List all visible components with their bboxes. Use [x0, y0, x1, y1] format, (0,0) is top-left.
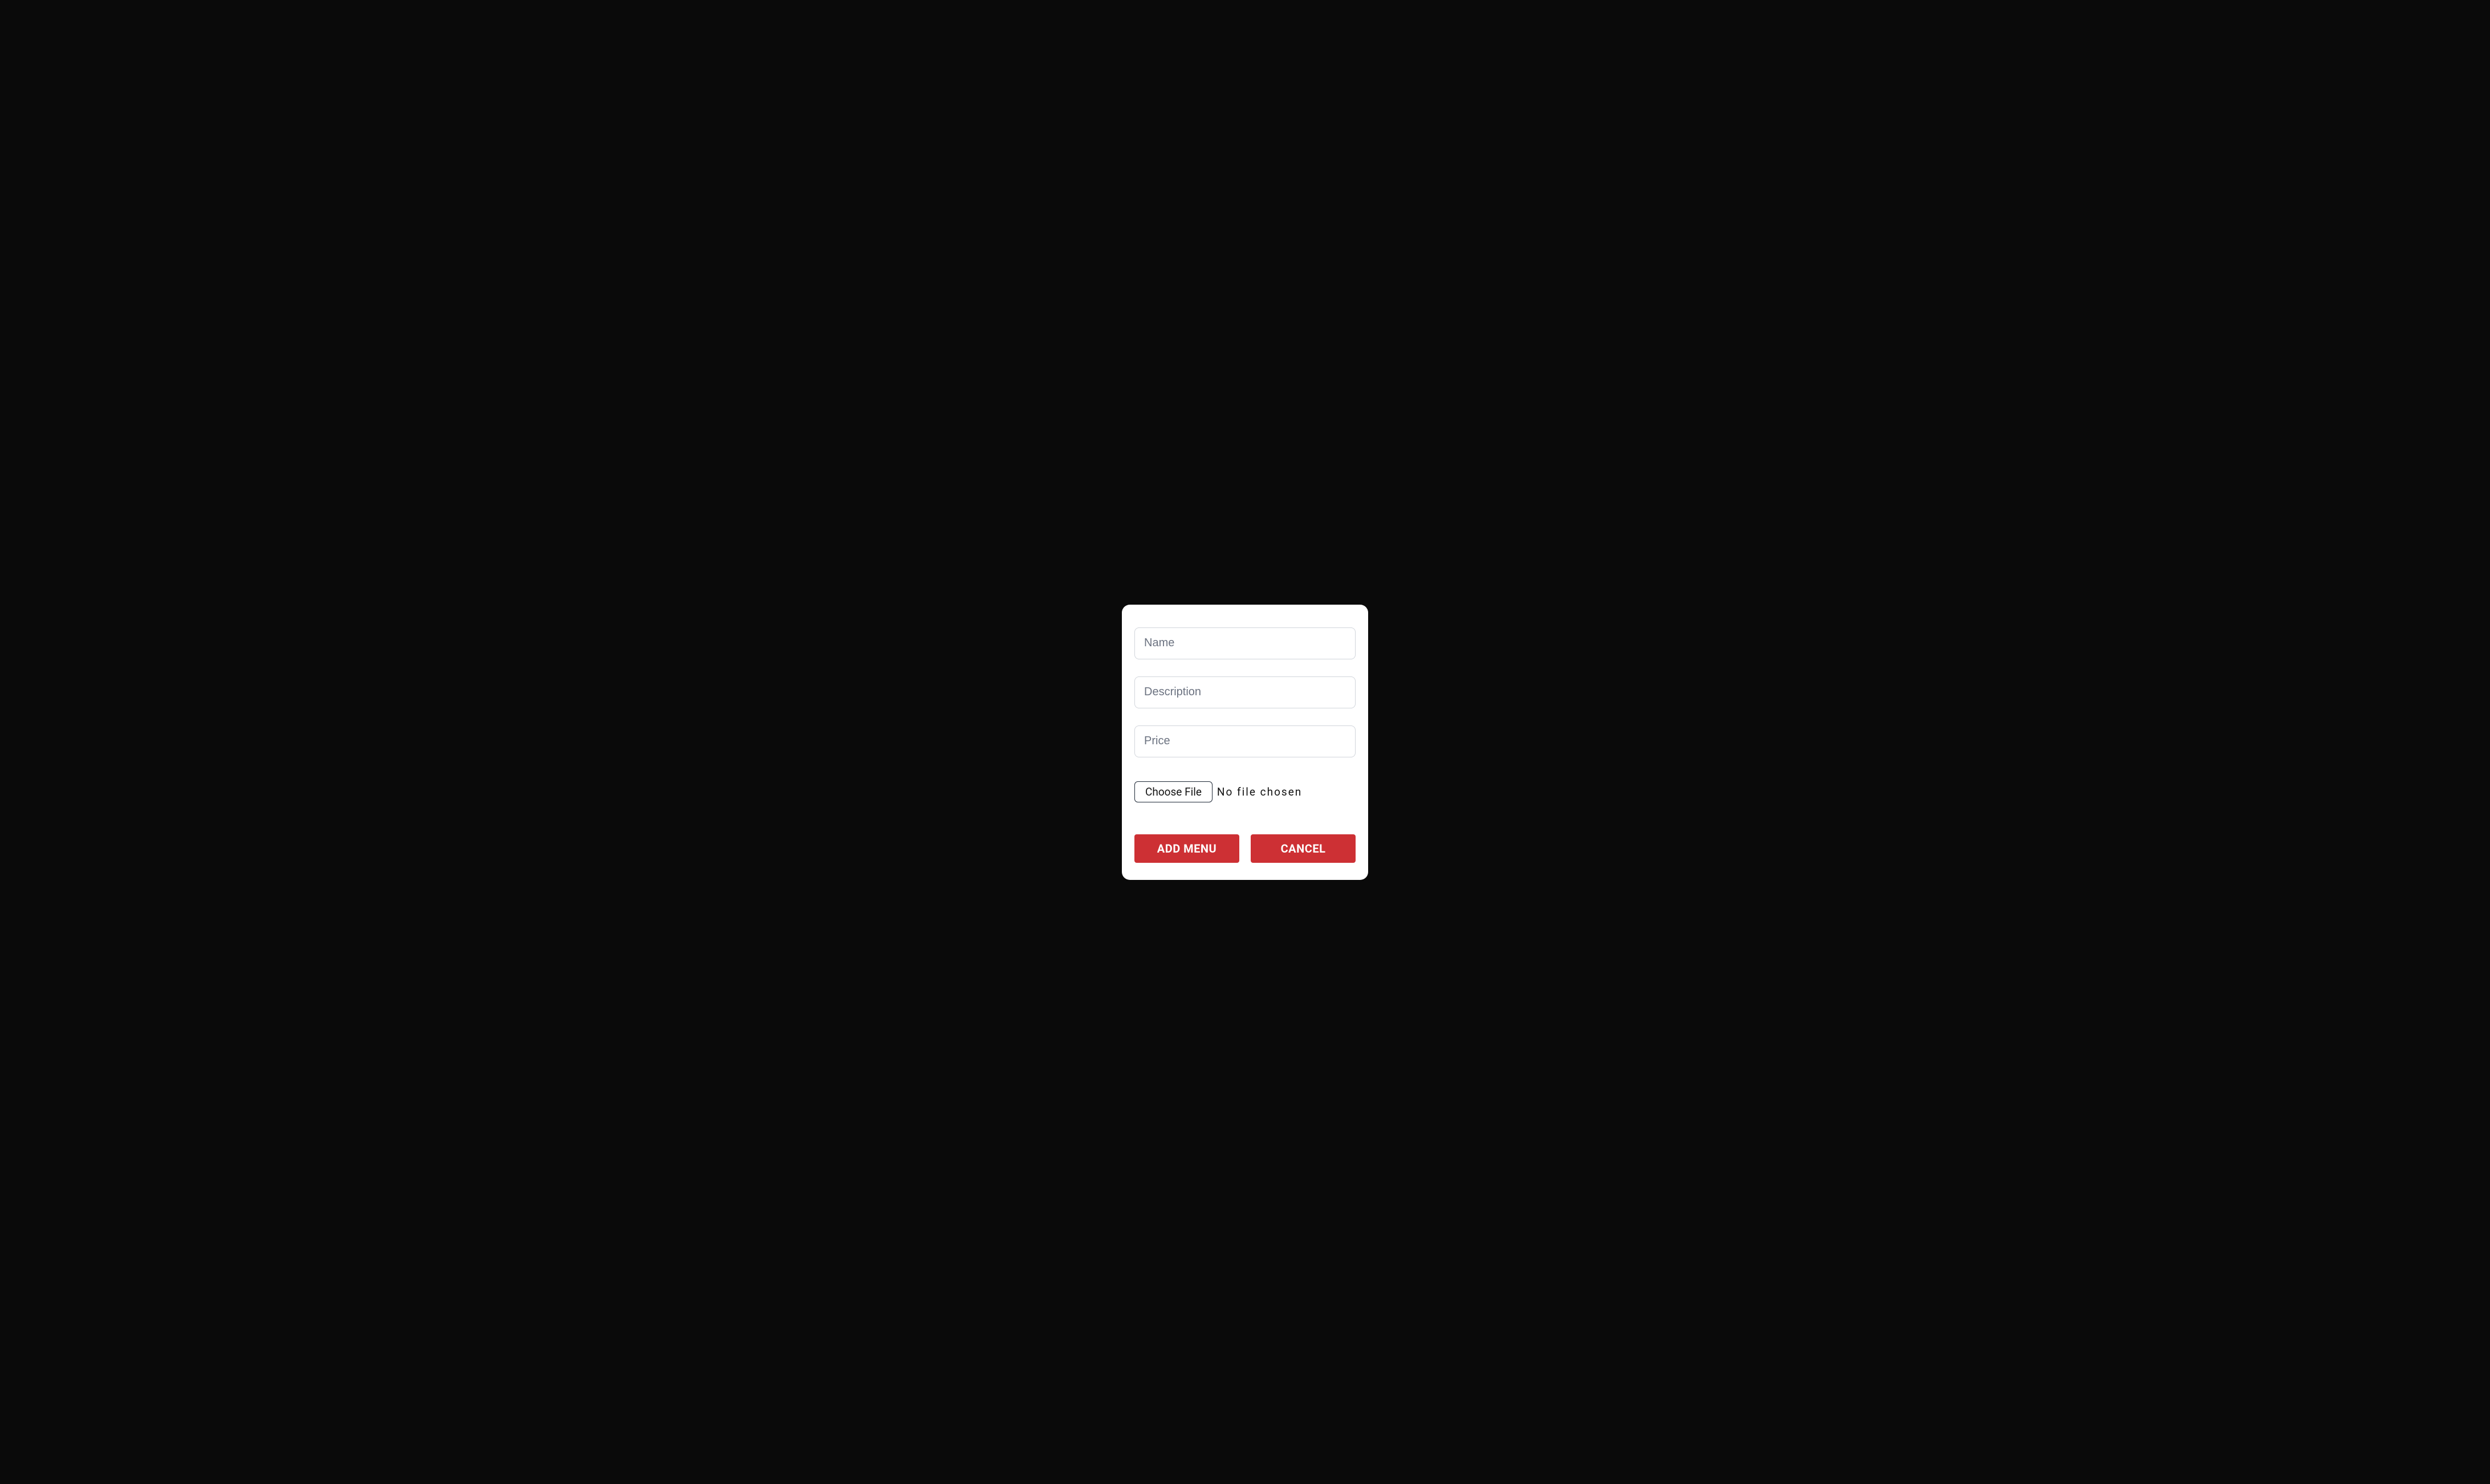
- file-status-text: No file chosen: [1217, 785, 1302, 798]
- price-input[interactable]: [1134, 725, 1356, 757]
- add-menu-button[interactable]: ADD MENU: [1134, 834, 1239, 863]
- description-input[interactable]: [1134, 676, 1356, 708]
- name-input[interactable]: [1134, 627, 1356, 659]
- cancel-button[interactable]: CANCEL: [1251, 834, 1356, 863]
- choose-file-button[interactable]: Choose File: [1134, 781, 1213, 802]
- action-button-row: ADD MENU CANCEL: [1134, 834, 1356, 863]
- add-menu-modal: Choose File No file chosen ADD MENU CANC…: [1122, 605, 1368, 880]
- file-upload-row: Choose File No file chosen: [1134, 781, 1356, 802]
